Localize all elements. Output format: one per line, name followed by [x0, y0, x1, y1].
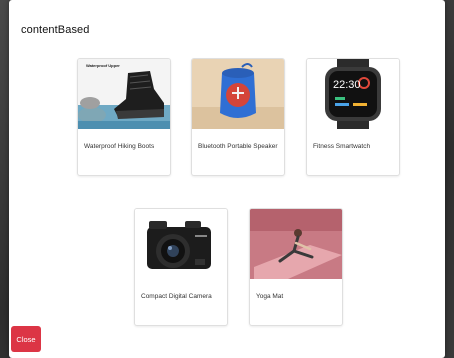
- product-name: Fitness Smartwatch: [313, 143, 371, 150]
- camera-image: [135, 209, 227, 279]
- boots-image-caption: Waterproof Upper: [86, 63, 120, 68]
- product-card-hiking-boots[interactable]: Waterproof Upper Waterproof Hiking Boots: [77, 58, 171, 176]
- product-card-camera[interactable]: Compact Digital Camera: [134, 208, 228, 326]
- hiking-boots-image: Waterproof Upper: [78, 59, 170, 129]
- recommendations-modal: contentBased Waterproof Upper Waterproof…: [9, 0, 445, 358]
- product-card-yoga-mat[interactable]: Yoga Mat: [249, 208, 343, 326]
- smartwatch-time: 22:30: [333, 79, 361, 91]
- product-name: Bluetooth Portable Speaker: [198, 143, 278, 150]
- modal-title: contentBased: [21, 24, 90, 36]
- speaker-image: [192, 59, 284, 129]
- product-name: Compact Digital Camera: [141, 293, 212, 300]
- smartwatch-image: 22:30: [307, 59, 399, 129]
- product-card-speaker[interactable]: Bluetooth Portable Speaker: [191, 58, 285, 176]
- yoga-mat-image: [250, 209, 342, 279]
- product-card-smartwatch[interactable]: 22:30 Fitness Smartwatch: [306, 58, 400, 176]
- product-name: Waterproof Hiking Boots: [84, 143, 155, 150]
- product-name: Yoga Mat: [256, 293, 284, 300]
- close-button[interactable]: Close: [11, 326, 41, 352]
